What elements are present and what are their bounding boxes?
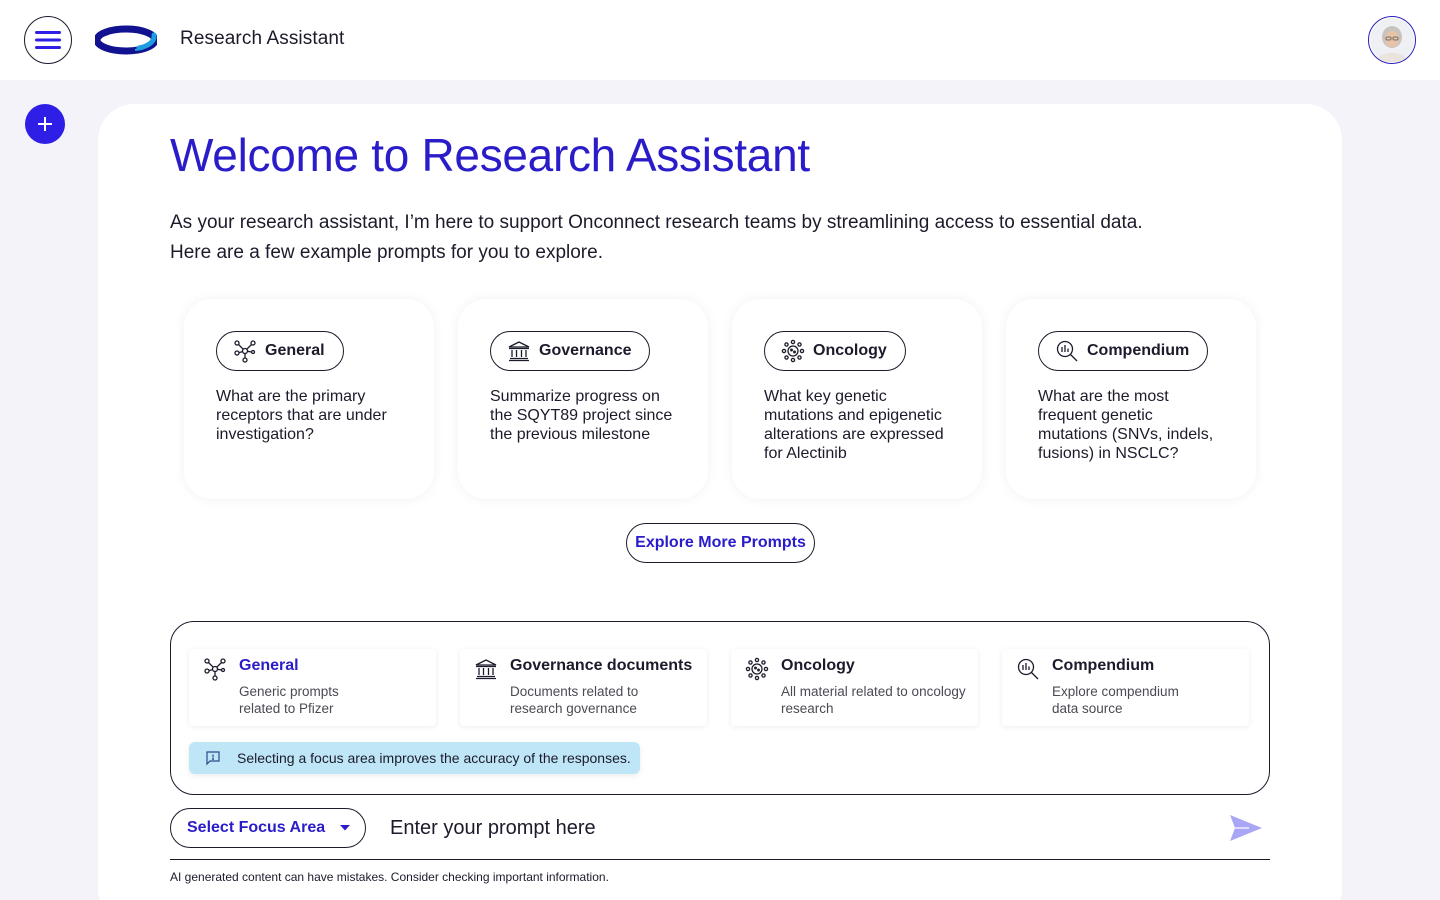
focus-title: Compendium bbox=[1052, 657, 1155, 674]
prompt-text: What are the primary receptors that are … bbox=[216, 388, 387, 443]
bank-building-icon bbox=[475, 659, 497, 680]
focus-title: Oncology bbox=[781, 657, 855, 674]
tag-pill: Compendium bbox=[1038, 331, 1209, 371]
top-bar: Research Assistant bbox=[0, 0, 1440, 80]
prompt-card-compendium[interactable]: Compendium What are the most frequent ge… bbox=[1006, 299, 1256, 499]
focus-options: General Generic prompts related to Pfize… bbox=[189, 649, 1249, 726]
focus-hint-banner: Selecting a focus area improves the accu… bbox=[189, 742, 640, 774]
focus-option-oncology[interactable]: Oncology All material related to oncolog… bbox=[731, 649, 978, 726]
prompt-card-oncology[interactable]: Oncology What key genetic mutations and … bbox=[732, 299, 982, 499]
example-prompts: General What are the primary receptors t… bbox=[184, 299, 1256, 499]
hint-text: Selecting a focus area improves the accu… bbox=[237, 750, 631, 766]
focus-description: Documents related to research governance bbox=[510, 683, 692, 717]
welcome-title: Welcome to Research Assistant bbox=[170, 129, 810, 181]
app-title: Research Assistant bbox=[180, 28, 345, 49]
focus-description-line: research bbox=[781, 701, 834, 716]
bank-building-icon bbox=[508, 341, 530, 362]
brand-logo[interactable] bbox=[95, 22, 157, 58]
focus-option-governance[interactable]: Governance documents Documents related t… bbox=[460, 649, 707, 726]
select-focus-label: Select Focus Area bbox=[187, 819, 326, 836]
intro-line-1: As your research assistant, I’m here to … bbox=[170, 212, 1143, 233]
explore-more-prompts-button[interactable]: Explore More Prompts bbox=[626, 523, 815, 563]
select-focus-area-dropdown[interactable]: Select Focus Area bbox=[170, 808, 366, 848]
tag-label: Compendium bbox=[1087, 342, 1190, 359]
prompt-input[interactable] bbox=[382, 810, 1202, 846]
focus-icon bbox=[1016, 657, 1042, 726]
tag-label: Governance bbox=[539, 342, 632, 359]
focus-option-general[interactable]: General Generic prompts related to Pfize… bbox=[189, 649, 436, 726]
focus-description-line: Documents related to bbox=[510, 684, 639, 699]
focus-description: All material related to oncology researc… bbox=[781, 683, 966, 717]
prompt-card-general[interactable]: General What are the primary receptors t… bbox=[184, 299, 434, 499]
search-chart-icon bbox=[1056, 340, 1078, 362]
send-icon bbox=[1230, 815, 1262, 841]
focus-description-line: related to Pfizer bbox=[239, 701, 334, 716]
main-panel: Welcome to Research Assistant As your re… bbox=[98, 104, 1342, 900]
caret-down-icon bbox=[340, 825, 351, 831]
focus-description-line: Explore compendium bbox=[1052, 684, 1179, 699]
search-chart-icon bbox=[1017, 658, 1039, 680]
focus-area-panel: General Generic prompts related to Pfize… bbox=[170, 621, 1270, 795]
menu-button[interactable] bbox=[24, 16, 72, 64]
focus-icon bbox=[745, 657, 771, 726]
tag-pill: Governance bbox=[490, 331, 651, 371]
molecule-network-icon bbox=[234, 340, 256, 363]
focus-description-line: Generic prompts bbox=[239, 684, 339, 699]
cell-virus-icon bbox=[745, 657, 769, 681]
tag-pill: Oncology bbox=[764, 331, 906, 371]
prompt-text: What are the most frequent genetic mutat… bbox=[1038, 388, 1214, 462]
intro-text: As your research assistant, I’m here to … bbox=[170, 208, 1230, 268]
tag-label: General bbox=[265, 342, 325, 359]
focus-description: Generic prompts related to Pfizer bbox=[239, 683, 339, 717]
focus-description: Explore compendium data source bbox=[1052, 683, 1179, 717]
focus-description-line: research governance bbox=[510, 701, 637, 716]
prompt-text: What key genetic mutations and epigeneti… bbox=[764, 388, 944, 462]
focus-description-line: data source bbox=[1052, 701, 1123, 716]
focus-icon bbox=[474, 657, 500, 726]
focus-option-compendium[interactable]: Compendium Explore compendium data sourc… bbox=[1002, 649, 1249, 726]
molecule-network-icon bbox=[204, 658, 226, 681]
new-chat-button[interactable] bbox=[25, 104, 65, 144]
focus-icon bbox=[203, 657, 229, 726]
tag-label: Oncology bbox=[813, 342, 887, 359]
plus-icon bbox=[38, 117, 52, 131]
focus-title: General bbox=[239, 657, 299, 674]
input-underline bbox=[170, 859, 1270, 860]
cell-virus-icon bbox=[781, 339, 805, 363]
ai-disclaimer: AI generated content can have mistakes. … bbox=[170, 870, 609, 884]
focus-title: Governance documents bbox=[510, 657, 693, 674]
avatar-portrait-icon bbox=[1370, 18, 1414, 62]
user-avatar[interactable] bbox=[1368, 16, 1416, 64]
prompt-card-governance[interactable]: Governance Summarize progress on the SQY… bbox=[458, 299, 708, 499]
prompt-text: Summarize progress on the SQYT89 project… bbox=[490, 388, 673, 443]
tag-pill: General bbox=[216, 331, 344, 371]
focus-description-line: All material related to oncology bbox=[781, 684, 966, 699]
intro-line-2: Here are a few example prompts for you t… bbox=[170, 242, 603, 263]
hamburger-menu-icon bbox=[35, 31, 61, 49]
feedback-message-icon bbox=[206, 751, 220, 766]
send-button[interactable] bbox=[1226, 811, 1266, 845]
